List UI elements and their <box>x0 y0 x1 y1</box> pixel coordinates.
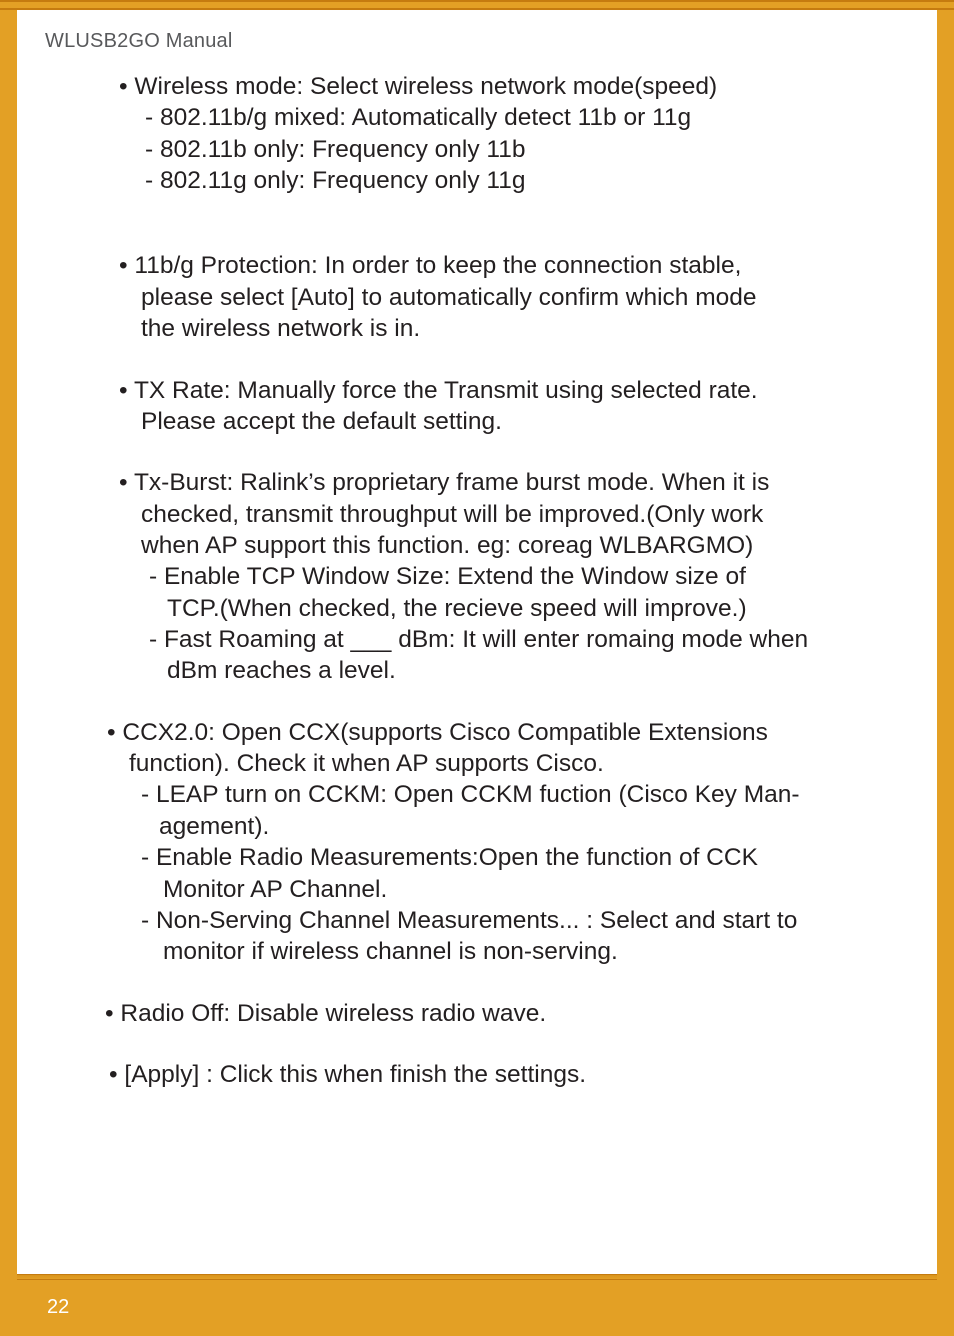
ccx-sub1-l1: - LEAP turn on CCKM: Open CCKM fuction (… <box>119 779 869 810</box>
txburst-bullet-l3: when AP support this function. eg: corea… <box>119 530 869 561</box>
txburst-sub2-l2: dBm reaches a level. <box>119 655 869 686</box>
content-area: • Wireless mode: Select wireless network… <box>45 71 909 1090</box>
ccx-bullet-l2: function). Check it when AP supports Cis… <box>119 748 869 779</box>
wireless-mode-bullet: • Wireless mode: Select wireless network… <box>119 71 869 102</box>
apply-bullet: • [Apply] : Click this when finish the s… <box>109 1059 869 1090</box>
manual-header: WLUSB2GO Manual <box>45 30 909 53</box>
protection-bullet-l3: the wireless network is in. <box>119 313 869 344</box>
ccx-sub3-l1: - Non-Serving Channel Measurements... : … <box>119 905 869 936</box>
ccx-bullet-l1: • CCX2.0: Open CCX(supports Cisco Compat… <box>107 717 869 748</box>
txburst-bullet-l2: checked, transmit throughput will be imp… <box>119 499 869 530</box>
ccx-sub1-l2: agement). <box>119 811 869 842</box>
wireless-mode-sub-a: - 802.11b/g mixed: Automatically detect … <box>119 102 869 133</box>
radio-off-bullet: • Radio Off: Disable wireless radio wave… <box>105 998 869 1029</box>
page-body: WLUSB2GO Manual • Wireless mode: Select … <box>17 10 937 1274</box>
protection-bullet-l1: • 11b/g Protection: In order to keep the… <box>119 250 869 281</box>
page-number: 22 <box>17 1280 937 1319</box>
top-accent-stripe <box>0 0 954 10</box>
txburst-sub1-l2: TCP.(When checked, the recieve speed wil… <box>119 593 869 624</box>
txburst-bullet-l1: • Tx-Burst: Ralink’s proprietary frame b… <box>119 467 869 498</box>
txburst-sub1-l1: - Enable TCP Window Size: Extend the Win… <box>119 561 869 592</box>
protection-bullet-l2: please select [Auto] to automatically co… <box>119 282 869 313</box>
ccx-sub2-l1: - Enable Radio Measurements:Open the fun… <box>119 842 869 873</box>
txburst-sub2-l1: - Fast Roaming at ___ dBm: It will enter… <box>119 624 869 655</box>
ccx-sub3-l2: monitor if wireless channel is non-servi… <box>119 936 869 967</box>
txrate-bullet-l2: Please accept the default setting. <box>119 406 869 437</box>
txrate-bullet-l1: • TX Rate: Manually force the Transmit u… <box>119 375 869 406</box>
ccx-sub2-l2: Monitor AP Channel. <box>119 874 869 905</box>
wireless-mode-sub-b: - 802.11b only: Frequency only 11b <box>119 134 869 165</box>
wireless-mode-sub-c: - 802.11g only: Frequency only 11g <box>119 165 869 196</box>
